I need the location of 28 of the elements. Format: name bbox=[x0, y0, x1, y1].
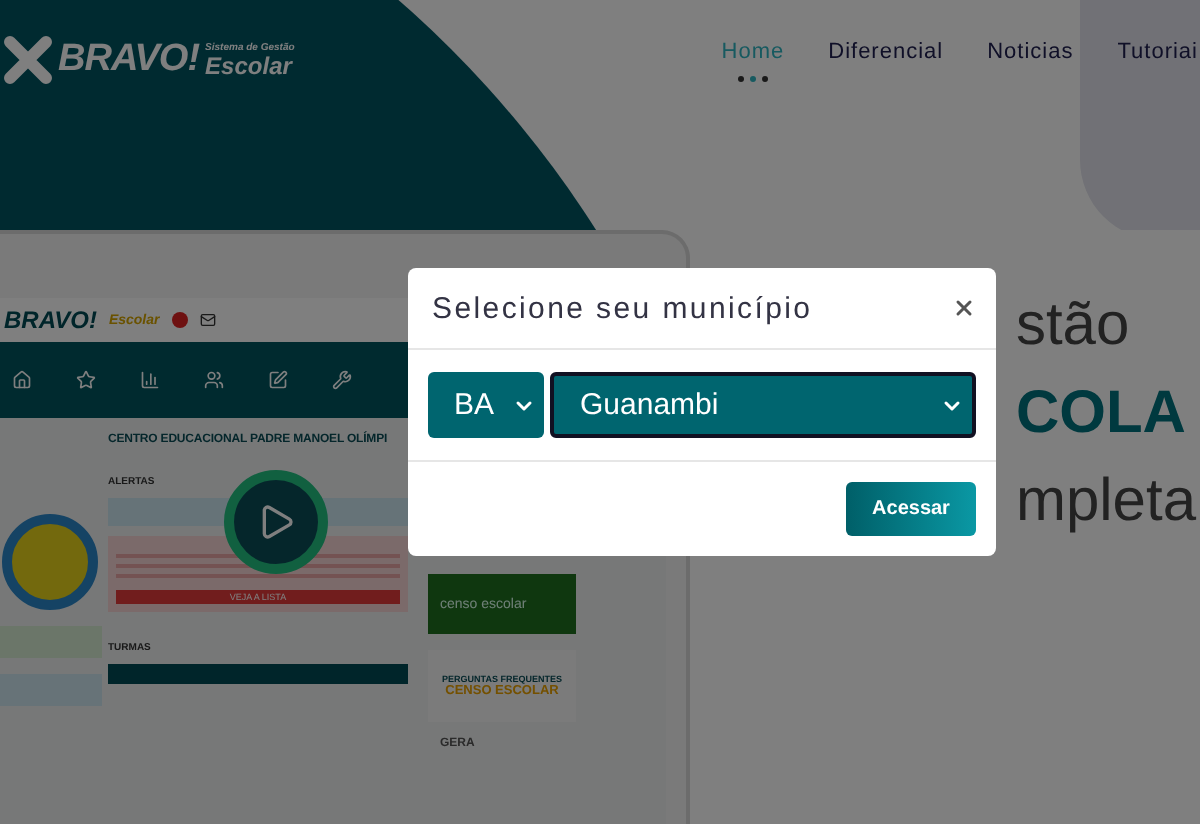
menu-icon bbox=[76, 370, 96, 390]
notification-badge bbox=[171, 312, 188, 328]
menu-icon bbox=[268, 370, 288, 390]
close-icon bbox=[952, 296, 976, 320]
hero-text: stão bbox=[1015, 290, 1132, 362]
nav-link[interactable]: Noticias bbox=[987, 39, 1074, 81]
close-button[interactable] bbox=[952, 296, 976, 320]
menu-icon bbox=[332, 370, 352, 390]
city-select[interactable]: Guanambi bbox=[550, 372, 976, 438]
nav-link[interactable]: Diferencial bbox=[828, 39, 944, 81]
menu-icon bbox=[12, 370, 32, 390]
brand-name: BRAVO! bbox=[58, 38, 200, 82]
menu-icon bbox=[204, 370, 224, 390]
active-dot bbox=[761, 75, 768, 81]
logo-icon bbox=[4, 36, 52, 84]
active-dot bbox=[749, 75, 756, 81]
nav-link[interactable]: Tutoriai bbox=[1117, 39, 1198, 81]
hero-text: mpleta bbox=[1015, 466, 1196, 538]
mail-icon bbox=[199, 312, 216, 328]
state-select[interactable]: BA bbox=[428, 372, 544, 438]
hero-text: COLA bbox=[1015, 378, 1188, 450]
dialog-title: Selecione seu município bbox=[432, 291, 813, 325]
active-dot bbox=[737, 75, 744, 81]
menu-icon bbox=[140, 370, 160, 390]
brand-product: Escolar bbox=[205, 53, 295, 77]
preview-brand: BRAVO! bbox=[4, 306, 97, 334]
school-seal-drawing bbox=[2, 514, 98, 610]
access-button[interactable]: Acessar bbox=[846, 482, 976, 536]
